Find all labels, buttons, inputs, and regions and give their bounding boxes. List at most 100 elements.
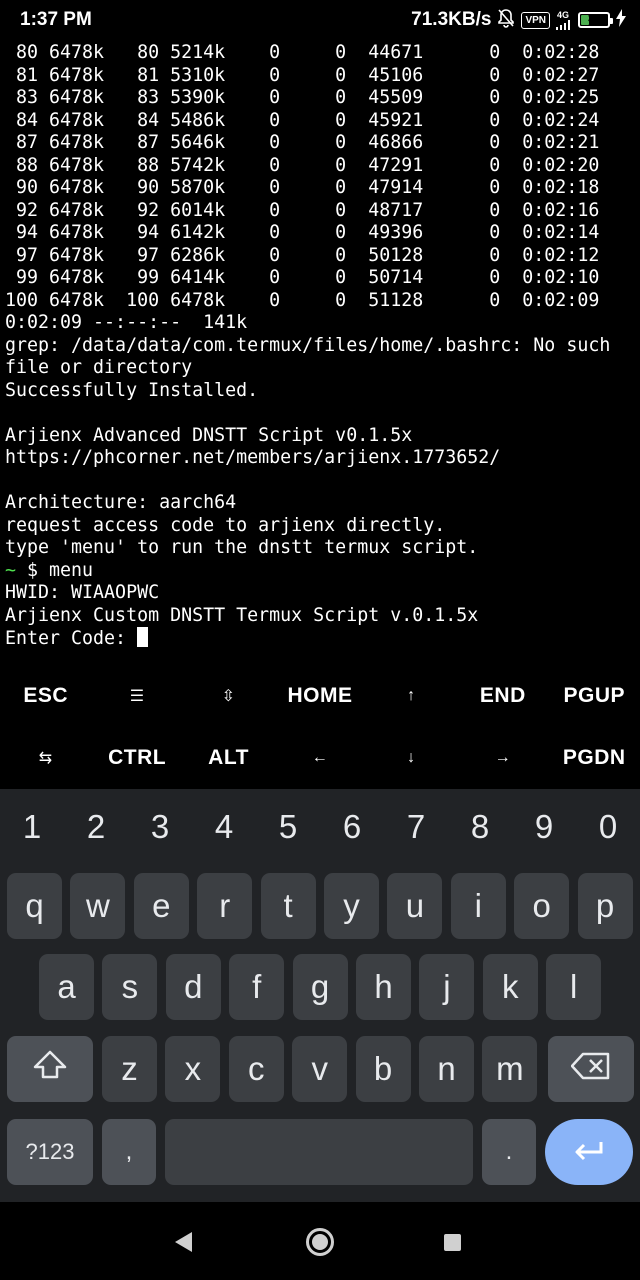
menu-key[interactable]: ☰: [91, 665, 182, 727]
number-key[interactable]: 0: [576, 789, 640, 865]
number-key[interactable]: 3: [128, 789, 192, 865]
letter-key[interactable]: h: [356, 954, 411, 1020]
letter-key[interactable]: c: [228, 1036, 284, 1102]
extra-keys-row-2: ⇆ CTRL ALT ← ↓ → PGDN: [0, 727, 640, 789]
arrow-right-key[interactable]: →: [457, 727, 548, 789]
space-bar[interactable]: [165, 1119, 473, 1185]
terminal-line: Architecture: aarch64: [5, 492, 237, 513]
charging-icon: [616, 8, 626, 32]
letter-key[interactable]: l: [546, 954, 602, 1020]
letter-key[interactable]: x: [165, 1036, 221, 1102]
terminal-line: 94 6478k 94 6142k 0 0 49396 0 0:02:14: [5, 222, 600, 243]
terminal-line: 92 6478k 92 6014k 0 0 48717 0 0:02:16: [5, 199, 600, 221]
pgdn-key[interactable]: PGDN: [549, 727, 640, 789]
terminal-line: 84 6478k 84 5486k 0 0 45921 0 0:02:24: [5, 109, 600, 131]
tab-key[interactable]: ⇆: [0, 727, 91, 789]
esc-key[interactable]: ESC: [0, 665, 91, 727]
backspace-icon: [570, 1050, 611, 1088]
arrow-left-key[interactable]: ←: [274, 727, 365, 789]
letter-key[interactable]: y: [324, 873, 379, 939]
extra-keys-bar: ESC ☰ ⇳ HOME ↑ END PGUP ⇆ CTRL ALT ← ↓ →…: [0, 665, 640, 789]
battery-icon: 32: [578, 12, 613, 28]
arrow-up-key[interactable]: ↑: [366, 665, 457, 727]
comma-key[interactable]: ,: [102, 1119, 156, 1185]
hwid-line: HWID: WIAAOPWC: [5, 582, 160, 603]
number-key[interactable]: 7: [384, 789, 448, 865]
enter-icon: [572, 1133, 606, 1171]
number-key[interactable]: 5: [256, 789, 320, 865]
battery-level: 32: [587, 13, 601, 25]
pgup-key[interactable]: PGUP: [549, 665, 640, 727]
letter-key[interactable]: b: [355, 1036, 411, 1102]
prompt-tilde: ~: [5, 559, 17, 581]
alt-key[interactable]: ALT: [183, 727, 274, 789]
signal-icon: 4G: [556, 10, 570, 30]
letter-key[interactable]: q: [7, 873, 62, 939]
text-cursor: [137, 627, 149, 647]
letter-key[interactable]: t: [260, 873, 316, 939]
terminal-line: request access code to arjienx directly.: [5, 514, 446, 536]
terminal-line: 88 6478k 88 5742k 0 0 47291 0 0:02:20: [5, 154, 600, 176]
terminal-line: type 'menu' to run the dnstt termux scri…: [5, 537, 479, 558]
letter-key[interactable]: f: [229, 954, 285, 1020]
letter-key[interactable]: u: [387, 873, 443, 939]
vpn-badge: VPN: [521, 11, 550, 29]
backspace-key[interactable]: [548, 1036, 634, 1102]
script-title-line: Arjienx Custom DNSTT Termux Script v.0.1…: [5, 604, 479, 626]
network-speed: 71.3KB/s: [411, 9, 492, 30]
scroll-key[interactable]: ⇳: [183, 665, 274, 727]
recents-icon[interactable]: [444, 1234, 461, 1251]
soft-keyboard: 1234567890 qwertyuiop asdfghjkl zxcvbnm ?1…: [0, 789, 640, 1202]
letter-key[interactable]: z: [102, 1036, 157, 1102]
ctrl-key[interactable]: CTRL: [91, 727, 182, 789]
terminal-line: Arjienx Advanced DNSTT Script v0.1.5x: [5, 424, 413, 446]
letter-key[interactable]: v: [292, 1036, 348, 1102]
number-key[interactable]: 1: [0, 789, 64, 865]
status-bar: 1:37 PM 71.3KB/s VPN 4G 32: [0, 0, 640, 40]
letter-key[interactable]: p: [577, 873, 633, 939]
period-key[interactable]: .: [482, 1119, 536, 1185]
number-key[interactable]: 6: [320, 789, 384, 865]
symbols-key[interactable]: ?123: [7, 1119, 93, 1185]
terminal-line: file or directory: [5, 357, 193, 378]
letter-key[interactable]: o: [514, 873, 570, 939]
terminal-line: 97 6478k 97 6286k 0 0 50128 0 0:02:12: [5, 244, 600, 266]
status-time: 1:37 PM: [20, 9, 92, 30]
terminal-line: 99 6478k 99 6414k 0 0 50714 0 0:02:10: [5, 267, 600, 288]
letter-key[interactable]: a: [39, 954, 94, 1020]
terminal-output[interactable]: 80 6478k 80 5214k 0 0 44671 0 0:02:28 81…: [5, 42, 639, 662]
input-line[interactable]: Enter Code:: [5, 627, 639, 650]
letter-key[interactable]: d: [165, 954, 221, 1020]
terminal-line: 0:02:09 --:--:-- 141k: [5, 312, 248, 333]
letter-key[interactable]: e: [133, 873, 189, 939]
terminal-line: 81 6478k 81 5310k 0 0 45106 0 0:02:27: [5, 64, 600, 86]
letter-key[interactable]: j: [419, 954, 475, 1020]
number-key[interactable]: 8: [448, 789, 512, 865]
letter-key[interactable]: s: [102, 954, 158, 1020]
extra-keys-row-1: ESC ☰ ⇳ HOME ↑ END PGUP: [0, 665, 640, 727]
terminal-line: 80 6478k 80 5214k 0 0 44671 0 0:02:28: [5, 42, 600, 63]
letter-key[interactable]: r: [197, 873, 253, 939]
letter-key[interactable]: w: [70, 873, 126, 939]
terminal-lines: 80 6478k 80 5214k 0 0 44671 0 0:02:28 81…: [5, 42, 639, 560]
terminal-line: grep: /data/data/com.termux/files/home/.…: [5, 334, 611, 356]
letter-key[interactable]: g: [292, 954, 348, 1020]
terminal-line: https://phcorner.net/members/arjienx.177…: [5, 447, 501, 468]
number-key[interactable]: 2: [64, 789, 128, 865]
letter-key[interactable]: k: [482, 954, 538, 1020]
shift-key[interactable]: [7, 1036, 93, 1102]
input-prompt: Enter Code:: [5, 628, 138, 649]
letter-key[interactable]: i: [450, 873, 506, 939]
back-icon[interactable]: [175, 1232, 192, 1252]
home-key[interactable]: HOME: [274, 665, 365, 727]
letter-key[interactable]: m: [482, 1036, 538, 1102]
arrow-down-key[interactable]: ↓: [366, 727, 457, 789]
number-key[interactable]: 9: [512, 789, 576, 865]
number-key[interactable]: 4: [192, 789, 256, 865]
terminal-line: 87 6478k 87 5646k 0 0 46866 0 0:02:21: [5, 132, 600, 153]
end-key[interactable]: END: [457, 665, 548, 727]
prompt-line: ~ $ menu: [5, 560, 639, 583]
enter-key[interactable]: [545, 1119, 633, 1185]
terminal-line: Successfully Installed.: [5, 379, 259, 401]
letter-key[interactable]: n: [419, 1036, 474, 1102]
